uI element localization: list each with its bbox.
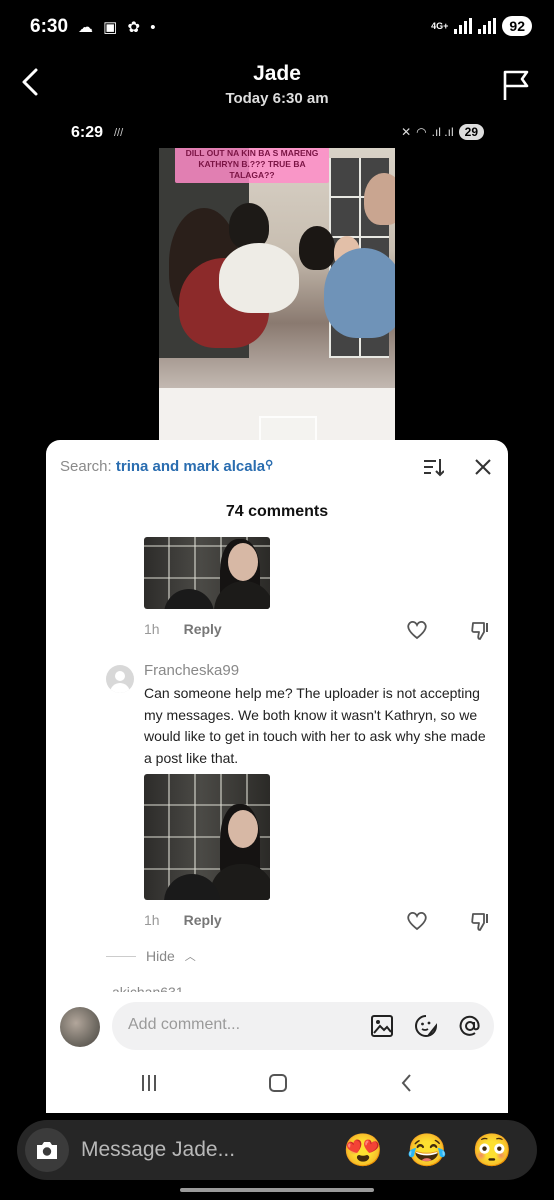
inner-status-right: ✕ ◠ .ıl .ıl 29 bbox=[401, 124, 484, 140]
hide-replies-toggle[interactable]: Hide ︿ bbox=[106, 948, 196, 964]
current-user-avatar[interactable] bbox=[60, 1007, 100, 1047]
like-heart-icon[interactable] bbox=[406, 911, 428, 931]
search-term[interactable]: trina and mark alcala bbox=[116, 458, 265, 475]
message-composer: Message Jade... 😍 😂 😳 bbox=[17, 1120, 537, 1180]
status-notification-icons: ☁ ▣ ✿ • bbox=[78, 19, 159, 36]
close-icon[interactable] bbox=[474, 458, 492, 476]
next-comment-username[interactable]: akichan631 bbox=[112, 984, 184, 992]
mute-icon: ✕ bbox=[401, 125, 412, 139]
comments-sheet: Search: trina and mark alcala⚲ 74 commen… bbox=[46, 440, 508, 1113]
message-input[interactable]: Message Jade... bbox=[81, 1138, 235, 1162]
image-icon[interactable] bbox=[370, 1014, 394, 1038]
thumbnail-face bbox=[228, 810, 258, 848]
search-icon[interactable]: ⚲ bbox=[265, 459, 273, 471]
person-white-shirt bbox=[219, 243, 299, 313]
avatar-head-shape bbox=[115, 671, 125, 681]
home-icon[interactable] bbox=[267, 1072, 289, 1094]
android-nav-bar bbox=[46, 1070, 508, 1100]
camera-icon bbox=[37, 1142, 57, 1159]
mention-icon[interactable] bbox=[458, 1014, 482, 1038]
avatar[interactable] bbox=[106, 665, 134, 693]
signal-icon-2 bbox=[478, 18, 497, 34]
thumbnail-face bbox=[228, 543, 258, 581]
inner-status-time: 6:29 bbox=[71, 124, 104, 141]
dislike-icon[interactable] bbox=[470, 619, 492, 641]
wine-glass bbox=[259, 416, 317, 440]
comment-username[interactable]: Francheska99 bbox=[144, 662, 239, 679]
wifi-icon: ◠ bbox=[416, 125, 427, 139]
back-nav-icon[interactable] bbox=[396, 1072, 418, 1094]
comment-image-thumbnail[interactable] bbox=[144, 537, 270, 609]
comment-composer: Add comment... bbox=[46, 992, 508, 1062]
reply-button[interactable]: Reply bbox=[184, 621, 222, 637]
like-heart-icon[interactable] bbox=[406, 620, 428, 640]
shared-video-frame[interactable]: DILL OUT NA KIN BA S MARENG KATHRYN B.??… bbox=[159, 148, 395, 440]
comment-meta: 1h Reply bbox=[144, 621, 222, 637]
status-time: 6:30 bbox=[30, 16, 69, 37]
conversation-timestamp: Today 6:30 am bbox=[225, 90, 329, 107]
reply-button[interactable]: Reply bbox=[184, 912, 222, 928]
avatar-body-shape bbox=[110, 683, 130, 693]
person-man-head bbox=[364, 173, 395, 225]
flushed-emoji[interactable]: 😳 bbox=[472, 1132, 512, 1168]
sort-icon[interactable] bbox=[422, 456, 444, 478]
search-row[interactable]: Search: trina and mark alcala⚲ bbox=[60, 458, 273, 475]
comment-meta-2: 1h Reply bbox=[144, 912, 222, 928]
comment-age: 1h bbox=[144, 912, 160, 928]
sticker-emoji-icon[interactable] bbox=[414, 1014, 438, 1038]
heart-eyes-emoji[interactable]: 😍 bbox=[343, 1132, 383, 1168]
divider bbox=[106, 955, 136, 957]
battery-indicator: 92 bbox=[502, 16, 532, 36]
inner-signal-icon: .ıl .ıl bbox=[431, 125, 454, 139]
hide-label[interactable]: Hide bbox=[146, 948, 175, 964]
camera-button[interactable] bbox=[25, 1128, 69, 1172]
report-flag-icon[interactable] bbox=[500, 68, 532, 102]
comment-text: Can someone help me? The uploader is not… bbox=[144, 685, 486, 766]
signal-icon bbox=[454, 18, 473, 34]
comment-input-placeholder[interactable]: Add comment... bbox=[128, 1016, 240, 1034]
comment-count: 74 comments bbox=[225, 503, 329, 520]
dislike-icon[interactable] bbox=[470, 910, 492, 932]
person-head bbox=[229, 203, 269, 249]
inner-status-icon: /// bbox=[114, 127, 124, 139]
video-caption-overlay: DILL OUT NA KIN BA S MARENG KATHRYN B.??… bbox=[175, 148, 329, 183]
conversation-title: Jade bbox=[253, 62, 301, 85]
recents-icon[interactable] bbox=[138, 1072, 160, 1094]
network-type-label: 4G+ bbox=[431, 20, 449, 31]
person-head-2 bbox=[299, 226, 335, 270]
comment-input[interactable]: Add comment... bbox=[112, 1002, 494, 1050]
comment-image-thumbnail-2[interactable] bbox=[144, 774, 270, 900]
laughing-emoji[interactable]: 😂 bbox=[407, 1132, 447, 1168]
person-blue-shirt bbox=[324, 248, 395, 338]
chevron-up-icon[interactable]: ︿ bbox=[185, 948, 196, 964]
search-label: Search: bbox=[60, 458, 112, 475]
status-right-group: 4G+ 92 bbox=[431, 16, 532, 36]
inner-battery: 29 bbox=[458, 124, 484, 140]
comment-age: 1h bbox=[144, 621, 160, 637]
home-indicator[interactable] bbox=[180, 1188, 374, 1192]
